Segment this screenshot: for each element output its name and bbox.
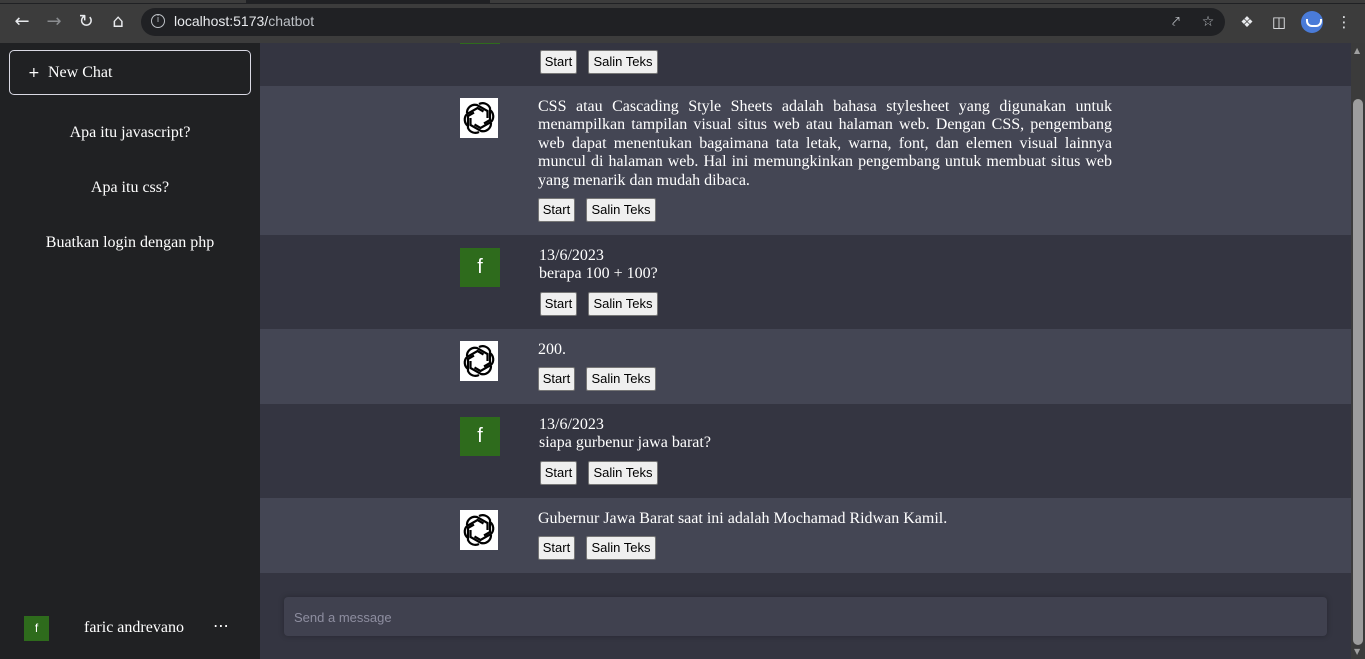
start-button[interactable]: Start bbox=[538, 198, 575, 222]
scroll-up-icon[interactable]: ▲ bbox=[1354, 46, 1360, 55]
user-avatar: f bbox=[460, 417, 500, 456]
copy-text-button[interactable]: Salin Teks bbox=[588, 50, 658, 74]
message-row-user: f 13/6/2023 berapa 100 + 100? Start Sali… bbox=[260, 235, 1351, 329]
history-item[interactable]: Buatkan login dengan php bbox=[0, 234, 260, 252]
scroll-down-icon[interactable]: ▼ bbox=[1354, 647, 1360, 656]
extensions-puzzle-icon[interactable]: ❖ bbox=[1236, 11, 1258, 33]
more-options-icon[interactable]: ⋯ bbox=[213, 616, 229, 635]
tab-strip bbox=[0, 0, 1365, 4]
tab-active-edge[interactable] bbox=[0, 0, 246, 3]
copy-text-button[interactable]: Salin Teks bbox=[588, 461, 658, 485]
plus-icon: + bbox=[28, 65, 40, 81]
sidebar: + New Chat Apa itu javascript? Apa itu cs… bbox=[0, 43, 260, 659]
message-row-user: f 13/6/2023 siapa gurbenur jawa barat? S… bbox=[260, 404, 1351, 498]
main-scrollbar[interactable]: ▲ ▼ bbox=[1351, 43, 1365, 659]
reload-icon[interactable]: ↻ bbox=[74, 10, 98, 34]
start-button[interactable]: Start bbox=[538, 367, 575, 391]
start-button[interactable]: Start bbox=[540, 461, 577, 485]
site-info-icon[interactable]: i bbox=[151, 14, 165, 28]
user-name: faric andrevano bbox=[84, 619, 184, 636]
url-path: chatbot bbox=[268, 13, 315, 29]
star-icon[interactable]: ☆ bbox=[1198, 12, 1218, 32]
scrollbar-thumb[interactable] bbox=[1353, 99, 1363, 645]
history-item[interactable]: Apa itu css? bbox=[0, 179, 260, 197]
home-icon[interactable]: ⌂ bbox=[106, 10, 130, 34]
copy-text-button[interactable]: Salin Teks bbox=[586, 367, 656, 391]
message-row-bot: Gubernur Jawa Barat saat ini adalah Moch… bbox=[260, 498, 1351, 573]
kebab-menu-icon[interactable]: ⋮ bbox=[1333, 11, 1355, 33]
url-host: localhost:5173/ bbox=[174, 13, 269, 29]
address-bar[interactable]: i localhost:5173/chatbot ⤤ ☆ bbox=[141, 8, 1225, 36]
message-row-bot: CSS atau Cascading Style Sheets adalah b… bbox=[260, 86, 1351, 235]
copy-text-button[interactable]: Salin Teks bbox=[586, 198, 656, 222]
copy-text-button[interactable]: Salin Teks bbox=[588, 292, 658, 316]
user-avatar: f bbox=[460, 248, 500, 287]
start-button[interactable]: Start bbox=[540, 292, 577, 316]
user-avatar: f bbox=[24, 616, 49, 641]
message-input-box[interactable] bbox=[284, 597, 1327, 636]
start-button[interactable]: Start bbox=[538, 536, 575, 560]
bot-message-text: CSS atau Cascading Style Sheets adalah b… bbox=[538, 98, 1112, 189]
user-profile-row[interactable]: f faric andrevano ⋯ bbox=[0, 616, 260, 646]
user-avatar: f bbox=[460, 43, 500, 44]
message-row-user: f Start Salin Teks bbox=[260, 43, 1351, 86]
copy-text-button[interactable]: Salin Teks bbox=[586, 536, 656, 560]
message-date: 13/6/2023 bbox=[539, 247, 604, 264]
bot-message-text: Gubernur Jawa Barat saat ini adalah Moch… bbox=[538, 510, 948, 527]
chatgpt-logo-icon bbox=[460, 510, 498, 550]
message-input[interactable] bbox=[294, 607, 1304, 627]
back-icon[interactable]: ← bbox=[10, 10, 34, 34]
side-panel-icon[interactable]: ◫ bbox=[1268, 11, 1290, 33]
new-chat-button[interactable]: + New Chat bbox=[9, 50, 251, 95]
tab-inactive-edge[interactable] bbox=[490, 0, 1365, 3]
profile-icon[interactable] bbox=[1301, 11, 1323, 33]
history-item[interactable]: Apa itu javascript? bbox=[0, 124, 260, 142]
user-message-text: berapa 100 + 100? bbox=[539, 265, 658, 282]
share-icon[interactable]: ⤤ bbox=[1166, 12, 1186, 32]
url-text[interactable]: localhost:5173/chatbot bbox=[174, 13, 314, 29]
browser-toolbar: ← → ↻ ⌂ i localhost:5173/chatbot ⤤ ☆ ❖ ◫… bbox=[0, 0, 1365, 43]
chatgpt-logo-icon bbox=[460, 98, 498, 138]
start-button[interactable]: Start bbox=[540, 50, 577, 74]
message-date: 13/6/2023 bbox=[539, 416, 604, 433]
forward-icon[interactable]: → bbox=[42, 10, 66, 34]
user-message-text: siapa gurbenur jawa barat? bbox=[539, 434, 711, 451]
chat-main: f Start Salin Teks CSS atau Cascading St… bbox=[260, 43, 1351, 659]
chatgpt-logo-icon bbox=[460, 341, 498, 381]
bot-message-text: 200. bbox=[538, 341, 566, 358]
message-row-bot: 200. Start Salin Teks bbox=[260, 329, 1351, 404]
new-chat-label: New Chat bbox=[48, 64, 113, 81]
